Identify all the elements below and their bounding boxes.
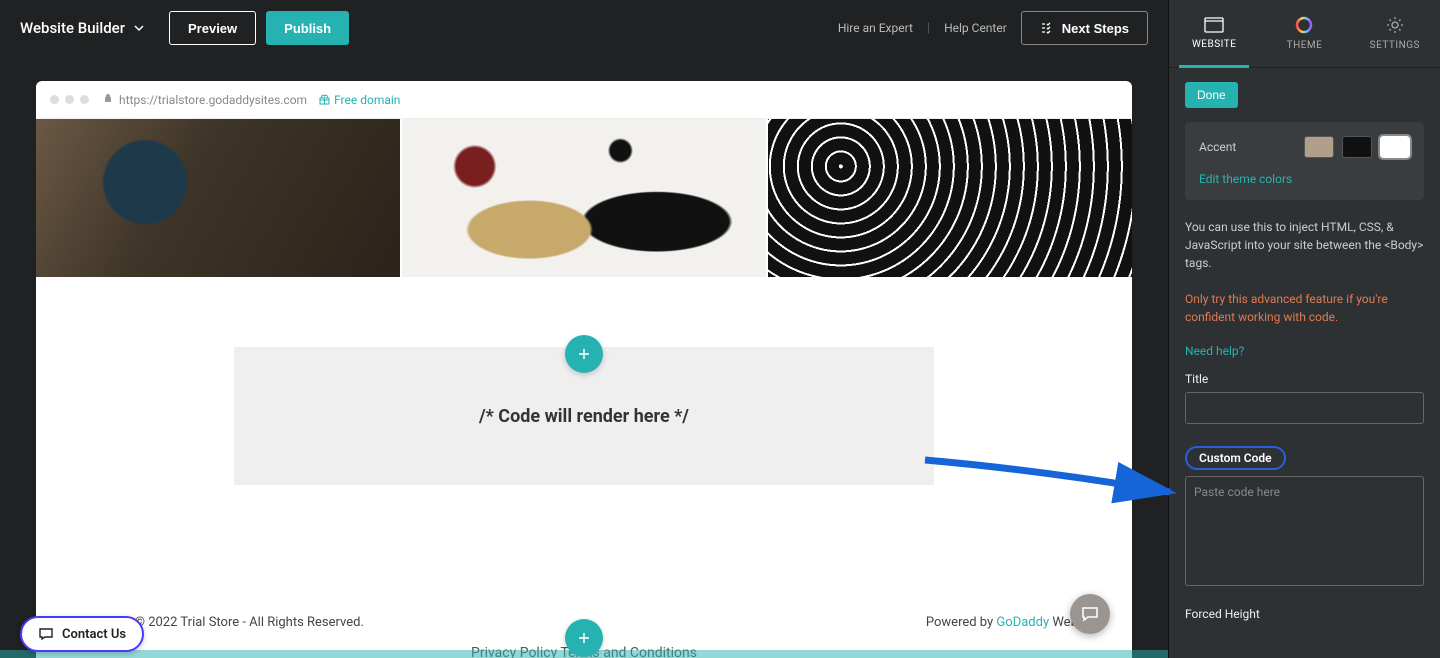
divider: | [927,21,930,36]
free-domain-link[interactable]: Free domain [319,93,400,107]
next-steps-label: Next Steps [1062,21,1129,36]
chevron-down-icon [133,22,145,34]
gallery-image-2[interactable] [402,119,766,277]
edit-theme-colors-link[interactable]: Edit theme colors [1199,172,1292,186]
url-text: https://trialstore.godaddysites.com [119,93,307,107]
custom-code-textarea[interactable] [1185,476,1424,586]
gallery-image-1[interactable] [36,119,400,277]
powered-by: Powered by GoDaddy Websit [926,615,1092,630]
next-steps-button[interactable]: Next Steps [1021,11,1148,45]
browser-chrome: https://trialstore.godaddysites.com Free… [36,81,1132,119]
code-placeholder-text: /* Code will render here */ [479,406,689,427]
title-field-label: Title [1185,372,1424,386]
tab-website[interactable]: WEBSITE [1169,0,1259,67]
accent-label: Accent [1199,140,1236,154]
brand-dropdown[interactable]: Website Builder [20,19,145,37]
need-help-link[interactable]: Need help? [1185,344,1244,358]
accent-card: Accent Edit theme colors [1185,122,1424,200]
contact-us-button[interactable]: Contact Us [20,616,144,652]
hire-expert-link[interactable]: Hire an Expert [838,21,913,35]
gallery-row [36,119,1132,277]
godaddy-link[interactable]: GoDaddy [996,615,1049,630]
plus-icon [577,631,591,645]
site-preview[interactable]: /* Code will render here */ Copyright © … [36,119,1132,658]
theme-icon [1295,16,1313,34]
gift-icon [319,94,330,105]
help-center-link[interactable]: Help Center [944,21,1007,35]
add-section-button-top[interactable] [565,335,603,373]
free-domain-label: Free domain [334,93,400,107]
chat-icon [38,626,54,642]
brand-label: Website Builder [20,19,125,37]
preview-browser: https://trialstore.godaddysites.com Free… [36,81,1132,658]
swatch-white[interactable] [1380,136,1410,158]
chat-icon [1080,604,1100,624]
title-input[interactable] [1185,392,1424,424]
traffic-lights [50,95,89,104]
sidebar-panel: WEBSITE THEME SETTINGS Done Accent [1168,0,1440,658]
tab-settings[interactable]: SETTINGS [1350,0,1440,67]
checklist-icon [1040,21,1054,35]
swatch-black[interactable] [1342,136,1372,158]
contact-us-label: Contact Us [62,627,126,642]
bottom-accent-strip [0,650,1168,658]
website-icon [1204,17,1224,33]
sidebar-tabs: WEBSITE THEME SETTINGS [1169,0,1440,68]
gear-icon [1386,16,1404,34]
done-button[interactable]: Done [1185,82,1238,108]
plus-icon [577,347,591,361]
publish-button[interactable]: Publish [266,11,349,45]
tab-theme[interactable]: THEME [1259,0,1349,67]
top-bar: Website Builder Preview Publish Hire an … [0,0,1168,56]
tab-settings-label: SETTINGS [1370,40,1420,51]
tab-theme-label: THEME [1287,40,1323,51]
inject-help-text: You can use this to inject HTML, CSS, & … [1185,218,1424,272]
chat-bubble-button[interactable] [1070,594,1110,634]
tab-website-label: WEBSITE [1192,39,1236,50]
sidebar-body: Done Accent Edit theme colors You can us… [1169,68,1440,658]
canvas-area: https://trialstore.godaddysites.com Free… [0,56,1168,658]
preview-button[interactable]: Preview [169,11,256,45]
accent-swatches [1304,136,1410,158]
lock-icon [103,93,113,106]
custom-code-heading: Custom Code [1185,446,1286,470]
warning-text: Only try this advanced feature if you're… [1185,290,1424,326]
gallery-image-3[interactable] [768,119,1132,277]
swatch-tan[interactable] [1304,136,1334,158]
forced-height-label: Forced Height [1185,607,1424,621]
